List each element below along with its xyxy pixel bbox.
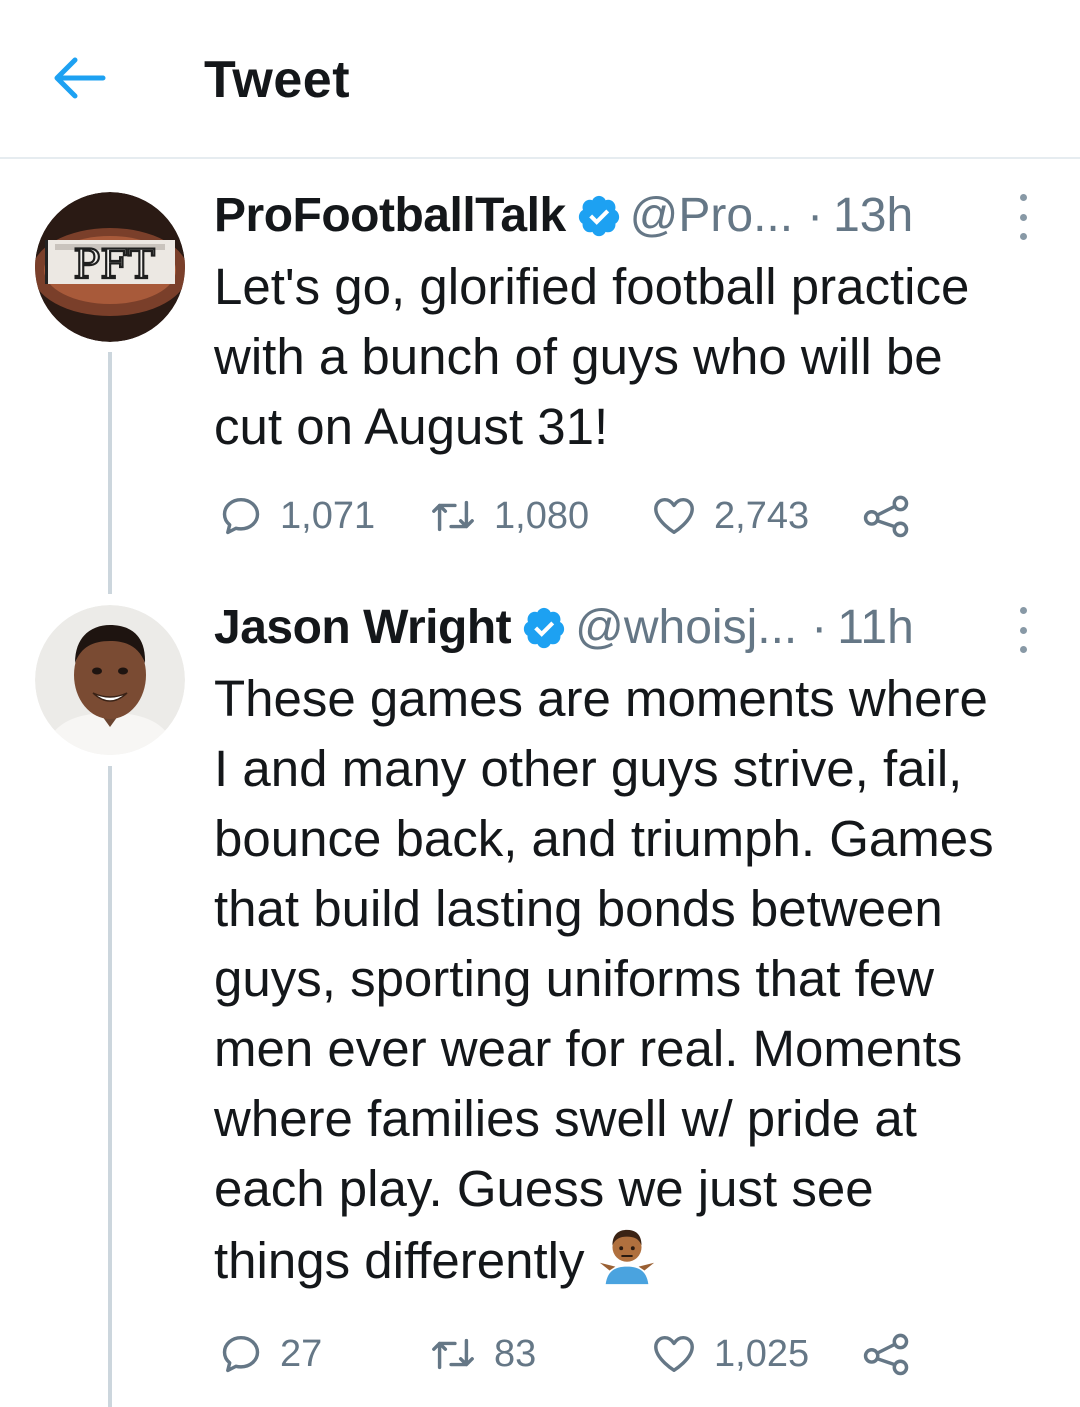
like-count: 2,743 — [714, 494, 810, 537]
thread-connector-line — [108, 766, 112, 1407]
author-name[interactable]: Jason Wright — [214, 600, 512, 655]
tweet-timestamp[interactable]: 13h — [833, 188, 913, 243]
top-bar: Tweet — [0, 0, 1080, 159]
tweet-text-body: These games are moments where I and many… — [214, 670, 994, 1289]
tweet-text: These games are moments where I and many… — [214, 664, 1054, 1304]
reply-count: 27 — [280, 1332, 323, 1375]
retweet-button[interactable]: 83 — [428, 1326, 536, 1382]
page-title: Tweet — [204, 51, 351, 109]
reply-button[interactable]: 27 — [218, 1326, 322, 1382]
tweet-timestamp[interactable]: 11h — [837, 600, 914, 655]
heart-icon — [654, 1335, 694, 1373]
share-button[interactable] — [862, 1326, 912, 1382]
reply-count: 1,071 — [280, 494, 376, 537]
profile-photo — [35, 605, 185, 755]
avatar[interactable]: PFT — [35, 192, 185, 342]
share-icon — [863, 495, 909, 538]
separator-dot: · — [807, 189, 824, 242]
avatar-logo-text: PFT — [73, 242, 155, 288]
more-options-icon[interactable] — [1008, 607, 1038, 653]
retweet-icon — [432, 500, 474, 532]
tweet-header: ProFootballTalk @Pro... · 13h — [214, 188, 913, 243]
like-button[interactable]: 1,025 — [650, 1326, 809, 1382]
more-options-icon[interactable] — [1008, 194, 1038, 240]
back-arrow-icon — [54, 57, 106, 99]
back-button[interactable] — [48, 52, 110, 104]
tweet-header: Jason Wright @whoisj... · 11h — [214, 600, 914, 655]
reply-icon — [222, 1335, 260, 1373]
author-name[interactable]: ProFootballTalk — [214, 188, 566, 243]
retweet-icon — [432, 1338, 474, 1370]
heart-icon — [654, 497, 694, 535]
pft-logo-avatar: PFT — [35, 192, 185, 342]
retweet-count: 1,080 — [494, 494, 590, 537]
avatar[interactable] — [35, 605, 185, 755]
thread-connector-line — [108, 352, 112, 594]
tweet-text: Let's go, glorified football practice wi… — [214, 258, 970, 455]
share-icon — [863, 1333, 909, 1376]
verified-badge-icon — [576, 193, 622, 239]
retweet-count: 83 — [494, 1332, 537, 1375]
author-handle[interactable]: @Pro... — [630, 188, 793, 243]
like-button[interactable]: 2,743 — [650, 488, 809, 544]
retweet-button[interactable]: 1,080 — [428, 488, 589, 544]
share-button[interactable] — [862, 488, 912, 544]
author-handle[interactable]: @whoisj... — [575, 600, 797, 655]
like-count: 1,025 — [714, 1332, 810, 1375]
verified-badge-icon — [521, 605, 567, 651]
separator-dot: · — [811, 601, 828, 654]
reply-button[interactable]: 1,071 — [218, 488, 375, 544]
person-shrugging-emoji-icon — [596, 1224, 658, 1304]
reply-icon — [222, 497, 260, 535]
